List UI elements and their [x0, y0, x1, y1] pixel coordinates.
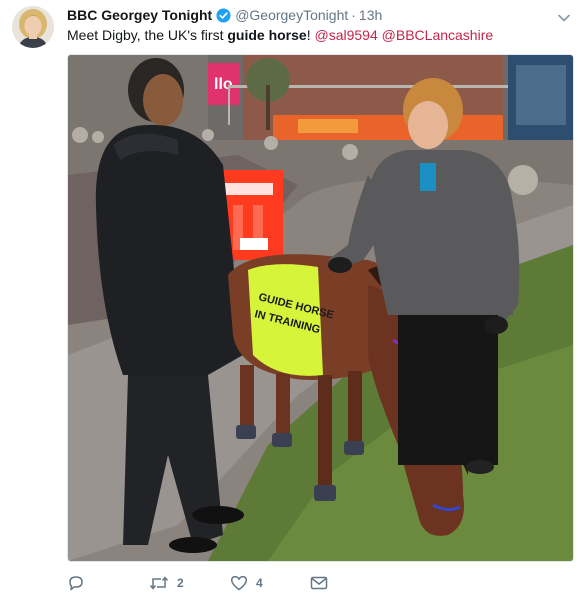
mention-bbclancashire[interactable]: @BBCLancashire: [382, 27, 494, 43]
retweet-icon: [149, 575, 169, 591]
tweet-photo[interactable]: llo GUIDE HORSE IN TRAINING: [67, 54, 574, 562]
tweet-header: BBC Georgey Tonight @GeorgeyTonight · 13h: [67, 5, 568, 25]
reply-button[interactable]: [67, 571, 93, 595]
tweet-text-suffix: !: [306, 27, 315, 43]
tweet-text-bold: guide horse: [227, 27, 307, 43]
avatar-image: [12, 6, 54, 48]
retweet-button[interactable]: 2: [149, 571, 184, 595]
envelope-icon: [310, 575, 328, 591]
tweet-text-prefix: Meet Digby, the UK's first: [67, 27, 228, 43]
like-count: 4: [256, 576, 263, 590]
like-button[interactable]: 4: [230, 571, 263, 595]
header-separator: ·: [351, 7, 356, 23]
mention-sal9594[interactable]: @sal9594: [315, 27, 378, 43]
sign-text: llo: [214, 76, 233, 93]
photo-scene: llo GUIDE HORSE IN TRAINING: [68, 55, 573, 561]
author-name[interactable]: BBC Georgey Tonight: [67, 7, 212, 23]
direct-message-button[interactable]: [310, 571, 328, 595]
retweet-count: 2: [177, 576, 184, 590]
tweet-timestamp[interactable]: 13h: [359, 7, 382, 23]
reply-icon: [67, 574, 85, 592]
author-avatar[interactable]: [12, 6, 54, 48]
tweet-actions: 2 4: [67, 571, 467, 595]
heart-icon: [230, 575, 248, 591]
author-handle[interactable]: @GeorgeyTonight: [235, 7, 348, 23]
tweet-text: Meet Digby, the UK's first guide horse! …: [67, 25, 567, 45]
